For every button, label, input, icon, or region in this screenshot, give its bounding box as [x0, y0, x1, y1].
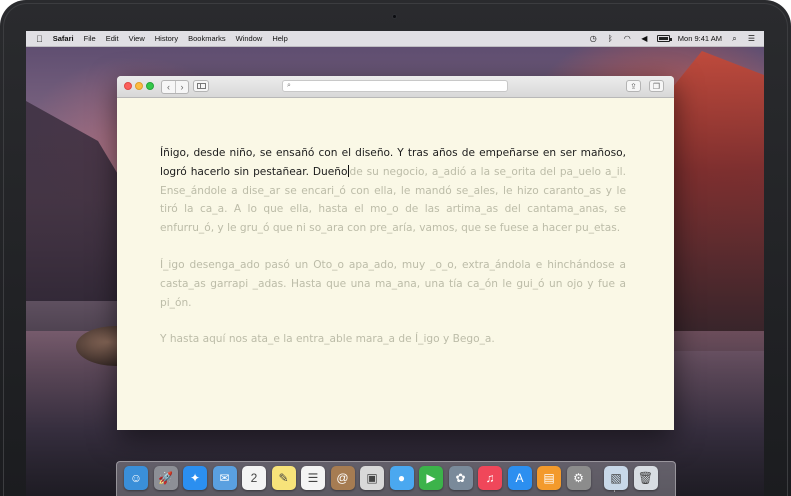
battery-icon[interactable] — [656, 35, 672, 42]
search-icon: ⌕ — [287, 82, 291, 89]
finder-icon[interactable]: ☺ — [124, 466, 148, 490]
spotlight-icon[interactable]: ⌕ — [730, 34, 739, 43]
screen:  Safari File Edit View History Bookmark… — [26, 31, 764, 496]
volume-icon[interactable]: ◀ — [640, 34, 649, 43]
chevron-left-icon[interactable]: ‹ — [162, 81, 175, 93]
menu-clock[interactable]: Mon 9:41 AM — [678, 34, 722, 43]
sidebar-button[interactable] — [193, 80, 209, 92]
preview-icon[interactable]: ▧ — [604, 466, 628, 490]
fullscreen-button[interactable] — [146, 82, 154, 90]
menu-window[interactable]: Window — [236, 34, 263, 43]
music-icon[interactable]: ♫ — [478, 466, 502, 490]
sidebar-icon — [196, 83, 206, 89]
tabs-icon[interactable]: ❐ — [649, 80, 664, 92]
menu-help[interactable]: Help — [272, 34, 287, 43]
paragraph-1: Íñigo, desde niño, se ensañó con el dise… — [160, 144, 626, 238]
address-input[interactable] — [294, 82, 495, 90]
share-icon[interactable]: ⇪ — [626, 80, 641, 92]
menu-edit[interactable]: Edit — [106, 34, 119, 43]
paragraph-2: Í_igo desenga_ado pasó un Oto_o apa_ado,… — [160, 258, 626, 309]
photo-booth-icon[interactable]: ▣ — [360, 466, 384, 490]
close-button[interactable] — [124, 82, 132, 90]
menu-history[interactable]: History — [155, 34, 178, 43]
paragraph-3: Y hasta aquí nos ata_e la entra_able mar… — [160, 333, 495, 346]
contacts-icon[interactable]: @ — [330, 466, 355, 490]
navigation-buttons: ‹ › — [161, 80, 189, 94]
address-bar[interactable]: ⌕ — [282, 80, 508, 92]
reminders-icon[interactable]: ☰ — [301, 466, 325, 490]
app-store-icon[interactable]: A — [507, 466, 532, 490]
chevron-right-icon[interactable]: › — [175, 81, 188, 93]
apple-menu-icon[interactable]:  — [36, 34, 43, 44]
safari-icon[interactable]: ✦ — [183, 466, 207, 490]
photos-icon[interactable]: ✿ — [448, 466, 473, 490]
launchpad-icon[interactable]: 🚀 — [153, 466, 178, 490]
time-machine-icon[interactable]: ◷ — [589, 34, 598, 43]
calendar-icon[interactable]: 2 — [242, 466, 266, 490]
minimize-button[interactable] — [135, 82, 143, 90]
mail-icon[interactable]: ✉ — [212, 466, 237, 490]
wifi-icon[interactable]: ◠ — [623, 34, 632, 43]
battery-fill — [658, 37, 668, 40]
ibooks-icon[interactable]: ▤ — [537, 466, 561, 490]
facetime-icon[interactable]: ▶ — [419, 466, 443, 490]
menu-file[interactable]: File — [84, 34, 96, 43]
bluetooth-icon[interactable]: ᛒ — [606, 34, 615, 43]
messages-icon[interactable]: ● — [389, 466, 414, 490]
menu-view[interactable]: View — [129, 34, 145, 43]
system-preferences-icon[interactable]: ⚙ — [566, 466, 591, 490]
menu-bar:  Safari File Edit View History Bookmark… — [26, 31, 764, 47]
status-area: ◷ ᛒ ◠ ◀ Mon 9:41 AM ⌕ ☰ — [589, 34, 756, 44]
safari-window: ‹ › ⌕ ⇪ ❐ Íñigo, desde niño, se ensañó c… — [117, 76, 674, 430]
notification-center-icon[interactable]: ☰ — [747, 34, 756, 43]
notes-icon[interactable]: ✎ — [271, 466, 296, 490]
menu-safari[interactable]: Safari — [53, 34, 74, 43]
trash-icon[interactable]: 🗑 — [633, 466, 658, 490]
window-toolbar: ‹ › ⌕ ⇪ ❐ — [117, 76, 674, 98]
dock: ☺ 🚀 ✦ ✉ 2 ✎ ☰ @ ▣ ● ▶ ✿ ♫ A ▤ ⚙ ▧ 🗑 — [116, 461, 676, 496]
page-content: Íñigo, desde niño, se ensañó con el dise… — [117, 98, 674, 430]
camera — [392, 14, 397, 19]
menu-bookmarks[interactable]: Bookmarks — [188, 34, 226, 43]
document-text[interactable]: Íñigo, desde niño, se ensañó con el dise… — [160, 144, 626, 367]
